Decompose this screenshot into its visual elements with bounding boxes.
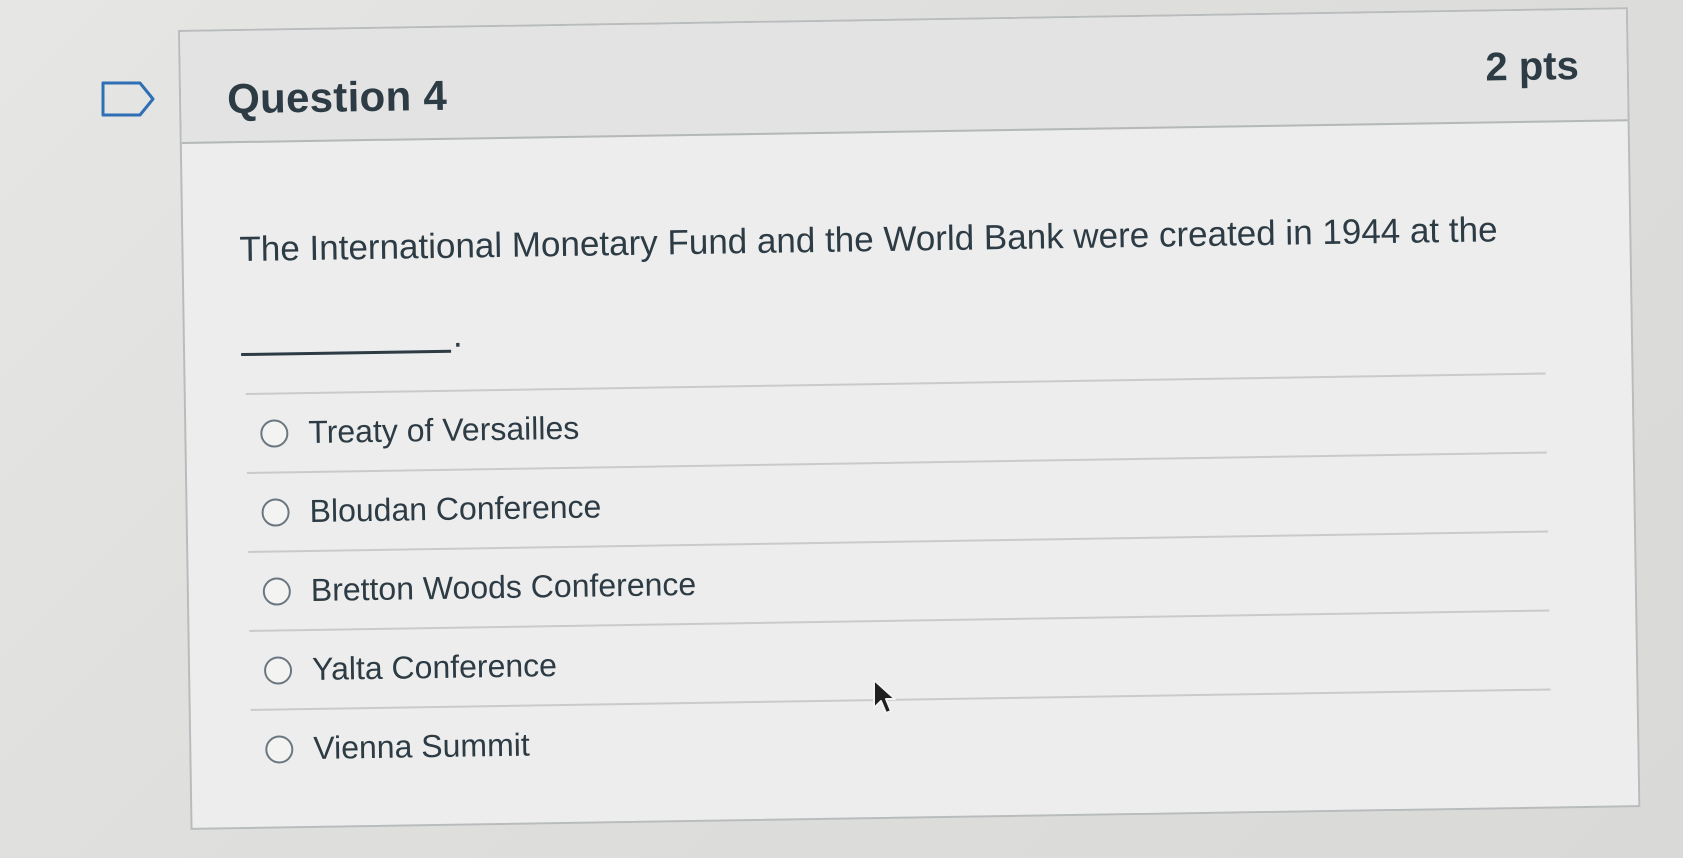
question-points: 2 pts [1485,44,1580,90]
question-card: Question 4 2 pts The International Monet… [178,7,1641,830]
bookmark-flag-icon[interactable] [100,80,156,118]
question-header: Question 4 2 pts [180,9,1628,144]
radio-unchecked-icon[interactable] [262,576,292,606]
answer-list: Treaty of Versailles Bloudan Conference … [245,372,1552,788]
answer-label[interactable]: Treaty of Versailles [308,410,579,451]
radio-unchecked-icon[interactable] [261,497,290,527]
blank-underline [240,327,452,357]
answer-label[interactable]: Yalta Conference [312,647,557,688]
radio-unchecked-icon[interactable] [260,418,289,448]
radio-unchecked-icon[interactable] [263,655,293,685]
mouse-pointer-icon [873,679,896,714]
answer-label[interactable]: Vienna Summit [313,727,530,767]
answer-label[interactable]: Bloudan Conference [309,488,601,530]
question-title: Question 4 [226,71,448,123]
radio-unchecked-icon[interactable] [265,734,294,764]
blank-period: . [452,315,463,355]
fill-in-blank: . [240,315,463,357]
answer-label[interactable]: Bretton Woods Conference [311,566,697,609]
question-text: The International Monetary Fund and the … [239,210,1498,270]
